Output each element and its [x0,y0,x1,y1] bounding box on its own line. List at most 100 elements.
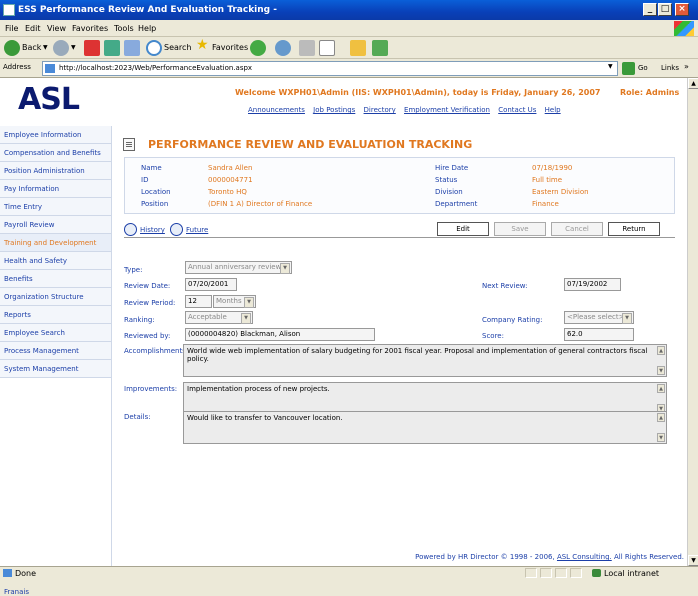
position-label: Position [141,200,169,208]
scroll-down-icon[interactable]: ▼ [657,433,665,442]
ranking-select[interactable]: Acceptable [185,311,253,324]
favorites-button[interactable]: Favorites [212,41,248,55]
go-button[interactable]: Go [638,64,648,72]
status-done: Done [15,569,37,578]
nav-pay-information[interactable]: Pay Information [0,180,111,198]
stop-icon[interactable] [84,40,100,56]
page-title: PERFORMANCE REVIEW AND EVALUATION TRACKI… [148,138,473,151]
language-link[interactable]: Franais [4,588,29,596]
forward-dropdown-icon[interactable]: ▼ [71,41,76,55]
type-select[interactable]: Annual anniversary review [185,261,292,274]
nav-reports[interactable]: Reports [0,306,111,324]
nav-health-safety[interactable]: Health and Safety [0,252,111,270]
next-review-input[interactable]: 07/19/2002 [564,278,621,291]
nav-organization-structure[interactable]: Organization Structure [0,288,111,306]
type-label: Type: [124,266,143,274]
print-icon[interactable] [299,40,315,56]
accomplishments-label: Accomplishments: [124,347,189,355]
menu-view[interactable]: View [47,24,66,33]
menu-favorites[interactable]: Favorites [72,24,108,33]
nav-employee-search[interactable]: Employee Search [0,324,111,342]
discuss-icon[interactable] [350,40,366,56]
home-icon[interactable] [124,40,140,56]
nav-time-entry[interactable]: Time Entry [0,198,111,216]
review-date-label: Review Date: [124,282,171,290]
favorites-star-icon[interactable]: ★ [196,38,209,52]
top-links: Announcements Job Postings Directory Emp… [248,106,567,114]
scroll-up-icon[interactable]: ▲ [657,346,665,355]
search-icon[interactable] [146,40,162,56]
footer-link[interactable]: ASL Consulting. [557,553,612,561]
reviewed-by-label: Reviewed by: [124,332,171,340]
future-link[interactable]: Future [186,226,208,234]
nav-benefits[interactable]: Benefits [0,270,111,288]
future-nav-icon[interactable] [170,223,183,236]
minimize-button[interactable]: _ [643,3,657,16]
nav-system-management[interactable]: System Management [0,360,111,378]
id-value: 0000004771 [208,176,253,184]
back-arrow-icon[interactable] [4,40,20,56]
link-contact-us[interactable]: Contact Us [498,106,536,114]
return-button[interactable]: Return [608,222,660,236]
scroll-up-icon[interactable]: ▲ [688,78,698,89]
go-arrow-icon[interactable] [622,62,635,75]
links-button[interactable]: Links [661,64,679,72]
scroll-down-icon[interactable]: ▼ [688,555,698,566]
menu-tools[interactable]: Tools [114,24,134,33]
history-icon[interactable] [250,40,266,56]
search-button[interactable]: Search [164,41,191,55]
nav-process-management[interactable]: Process Management [0,342,111,360]
history-link[interactable]: History [140,226,165,234]
chevron-right-icon[interactable]: » [684,62,689,71]
back-button[interactable]: Back [22,41,41,55]
link-announcements[interactable]: Announcements [248,106,305,114]
scroll-down-icon[interactable]: ▼ [657,366,665,375]
id-label: ID [141,176,149,184]
nav-employee-information[interactable]: Employee Information [0,126,111,144]
menu-edit[interactable]: Edit [25,24,41,33]
scroll-up-icon[interactable]: ▲ [657,384,665,393]
link-employment-verification[interactable]: Employment Verification [404,106,490,114]
reviewed-by-input[interactable]: (0000004820) Blackman, Alison [185,328,375,341]
done-page-icon [3,569,12,577]
department-label: Department [435,200,478,208]
mail-icon[interactable] [275,40,291,56]
improvements-label: Improvements: [124,385,178,393]
messenger-icon[interactable] [372,40,388,56]
status-bar: Done Local intranet [0,566,698,579]
edit-button[interactable]: Edit [437,222,489,236]
nav-compensation-benefits[interactable]: Compensation and Benefits [0,144,111,162]
review-period-input[interactable]: 12 [185,295,212,308]
accomplishments-textarea[interactable]: World wide web implementation of salary … [183,344,667,377]
forward-arrow-icon[interactable] [53,40,69,56]
company-rating-select[interactable]: <Please select> [564,311,634,324]
link-directory[interactable]: Directory [364,106,396,114]
address-dropdown-icon[interactable]: ▼ [608,63,613,70]
details-textarea[interactable]: Would like to transfer to Vancouver loca… [183,411,667,444]
score-input[interactable]: 62.0 [564,328,634,341]
nav-position-administration[interactable]: Position Administration [0,162,111,180]
nav-payroll-review[interactable]: Payroll Review [0,216,111,234]
period-unit-select[interactable]: Months [213,295,256,308]
cancel-button[interactable]: Cancel [551,222,603,236]
intranet-zone-icon [592,569,601,577]
window-titlebar: ESS Performance Review And Evaluation Tr… [0,0,698,20]
menu-help[interactable]: Help [138,24,156,33]
menu-bar: File Edit View Favorites Tools Help [0,20,698,37]
back-dropdown-icon[interactable]: ▼ [43,41,48,55]
scroll-up-icon[interactable]: ▲ [657,413,665,422]
link-job-postings[interactable]: Job Postings [313,106,355,114]
refresh-icon[interactable] [104,40,120,56]
menu-file[interactable]: File [5,24,18,33]
maximize-button[interactable]: □ [658,3,672,16]
history-nav-icon[interactable] [124,223,137,236]
close-button[interactable]: × [675,3,689,16]
link-help[interactable]: Help [545,106,561,114]
edit-icon[interactable] [319,40,335,56]
company-rating-label: Company Rating: [482,316,543,324]
save-button[interactable]: Save [494,222,546,236]
page-scrollbar[interactable]: ▲ ▼ [687,78,698,566]
nav-training-development[interactable]: Training and Development [0,234,111,252]
address-input[interactable]: http://localhost:2023/Web/PerformanceEva… [42,61,618,76]
review-date-input[interactable]: 07/20/2001 [185,278,237,291]
